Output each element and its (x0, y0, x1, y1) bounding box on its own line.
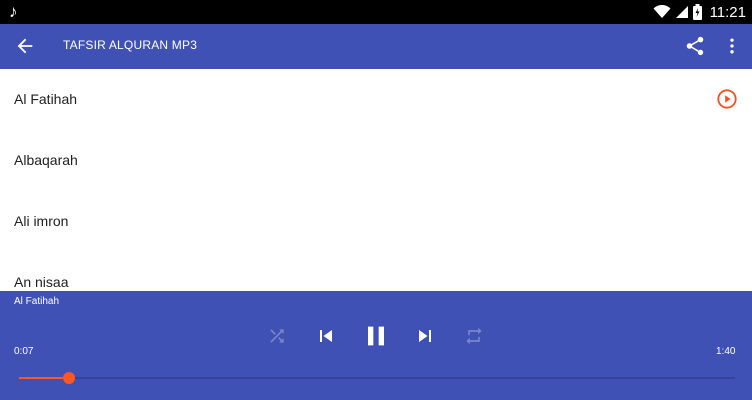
list-item-al-fatihah[interactable]: Al Fatihah (0, 69, 752, 130)
seek-bar-progress (19, 377, 70, 379)
signal-icon (675, 6, 688, 18)
play-circle-icon[interactable] (716, 88, 738, 110)
status-icons: 11:21 (653, 0, 746, 24)
share-icon[interactable] (684, 35, 706, 57)
skip-previous-icon[interactable] (314, 324, 338, 348)
music-note-icon: ♪ (9, 2, 18, 21)
list-item-label: An nisaa (14, 274, 69, 290)
more-vert-icon[interactable] (722, 35, 742, 57)
arrow-back-icon[interactable] (14, 35, 36, 57)
skip-next-icon[interactable] (413, 324, 437, 348)
status-bar: ♪ 11:21 (0, 0, 752, 24)
status-time: 11:21 (709, 3, 746, 21)
list-item-label: Albaqarah (14, 152, 78, 168)
now-playing-title: Al Fatihah (14, 296, 60, 307)
app-bar: TAFSIR ALQURAN MP3 (0, 24, 752, 69)
list-item-label: Al Fatihah (14, 91, 78, 107)
duration: 1:40 (716, 346, 736, 357)
surah-list: Al Fatihah Albaqarah Ali imron An nisaa (0, 69, 752, 291)
seek-bar-thumb[interactable] (63, 372, 76, 384)
wifi-icon (653, 5, 671, 18)
media-player: Al Fatihah 0:07 1:40 (0, 291, 752, 400)
list-item-an-nisaa[interactable]: An nisaa (0, 252, 752, 291)
list-item-albaqarah[interactable]: Albaqarah (0, 130, 752, 191)
list-item-ali-imron[interactable]: Ali imron (0, 191, 752, 252)
repeat-icon[interactable] (464, 326, 484, 346)
page-title: TAFSIR ALQURAN MP3 (63, 38, 198, 52)
seek-bar[interactable] (19, 372, 735, 384)
shuffle-icon[interactable] (267, 326, 287, 346)
battery-icon (692, 4, 702, 20)
pause-icon[interactable] (360, 320, 392, 352)
list-item-label: Ali imron (14, 213, 69, 229)
current-time: 0:07 (14, 346, 34, 357)
